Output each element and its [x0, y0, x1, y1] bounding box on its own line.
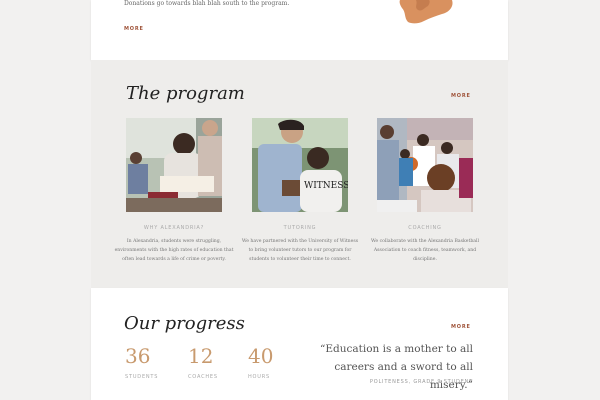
progress-quote: “Education is a mother to all careers an…	[319, 343, 473, 391]
caption-title-why-alexandria: WHY ALEXANDRIA?	[143, 225, 205, 231]
progress-card: Our progress MORE 36 STUDENTS 12 COACHES…	[91, 288, 508, 400]
program-section: The program MORE WITNESS WHY ALEXANDRIA?…	[91, 60, 508, 288]
photo-tutoring[interactable]: WITNESS	[252, 118, 348, 212]
intro-more-link[interactable]: MORE	[124, 26, 144, 32]
caption-title-tutoring: TUTORING	[283, 225, 317, 231]
tutoring-image: WITNESS	[252, 118, 348, 212]
students-reading-image	[126, 118, 222, 212]
intro-card: Donations go towards blah blah south to …	[91, 0, 508, 60]
progress-more-link[interactable]: MORE	[451, 324, 471, 330]
svg-text:WITNESS: WITNESS	[304, 181, 348, 191]
caption-title-coaching: COACHING	[408, 225, 442, 231]
photo-coaching[interactable]	[377, 118, 473, 212]
caption-text-tutoring: We have partnered with the University of…	[241, 239, 359, 262]
stat-students-label: STUDENTS	[125, 374, 159, 380]
stat-coaches-value: 12	[188, 344, 214, 368]
program-title: The program	[126, 83, 245, 104]
caption-text-why-alexandria: In Alexandria, students were struggling,…	[114, 239, 234, 262]
caption-text-coaching: We collaborate with the Alexandria Baske…	[371, 239, 479, 262]
photo-why-alexandria[interactable]	[126, 118, 222, 212]
map-shape-graphic	[399, 0, 453, 24]
quote-attribution: POLITENESS, GRADE 9 STUDENT	[369, 379, 473, 385]
stat-hours-value: 40	[248, 344, 274, 368]
stat-coaches-label: COACHES	[188, 374, 218, 380]
stat-hours-label: HOURS	[248, 374, 271, 380]
donations-text: Donations go towards blah blah south to …	[124, 0, 290, 7]
program-more-link[interactable]: MORE	[451, 93, 471, 99]
stat-students-value: 36	[125, 344, 151, 368]
basketball-group-image	[377, 118, 473, 212]
progress-title: Our progress	[124, 313, 245, 334]
